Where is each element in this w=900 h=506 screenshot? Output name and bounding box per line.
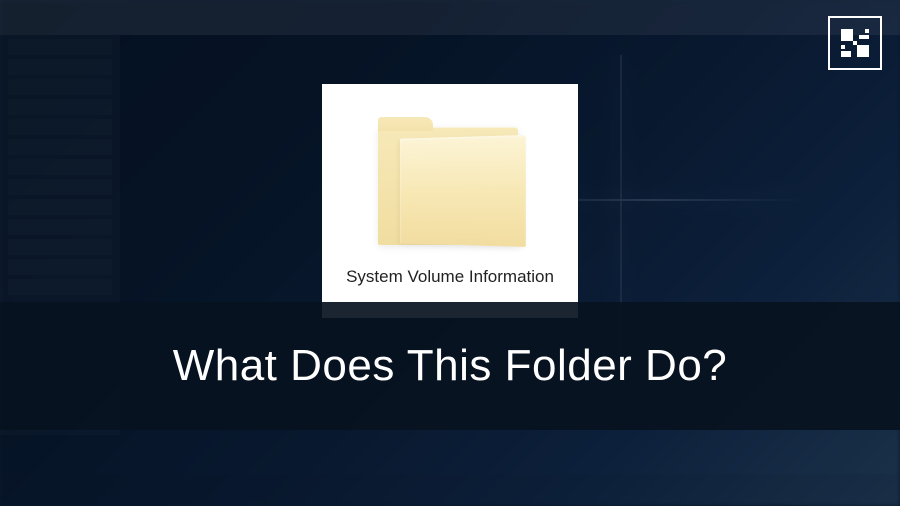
- folder-icon: [370, 115, 530, 255]
- folder-card: System Volume Information: [322, 84, 578, 318]
- brand-logo-icon: [841, 29, 869, 57]
- headline-text: What Does This Folder Do?: [173, 341, 728, 391]
- headline-band: What Does This Folder Do?: [0, 302, 900, 430]
- folder-name-label: System Volume Information: [346, 267, 554, 287]
- brand-logo: [828, 16, 882, 70]
